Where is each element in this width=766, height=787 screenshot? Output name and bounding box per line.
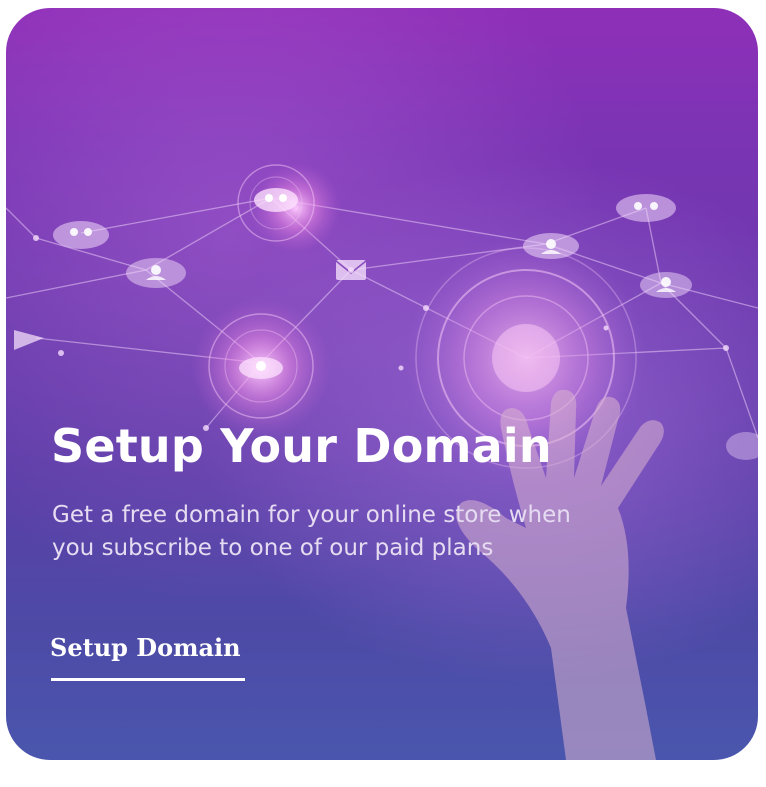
cta-underline <box>51 678 245 681</box>
setup-domain-link[interactable]: Setup Domain <box>50 630 241 666</box>
user-node-icon <box>254 188 298 212</box>
page-title: Setup Your Domain <box>51 419 552 473</box>
send-icon <box>14 330 44 350</box>
user-node-icon <box>616 194 676 222</box>
center-node <box>492 324 560 392</box>
page: Setup Your Domain Get a free domain for … <box>0 0 766 787</box>
domain-promo-card: Setup Your Domain Get a free domain for … <box>6 8 758 760</box>
hero-description: Get a free domain for your online store … <box>52 502 571 561</box>
connection-lines <box>6 197 758 439</box>
user-node-icon <box>640 272 692 298</box>
user-node-icon <box>726 432 758 460</box>
user-node-icon <box>239 357 283 379</box>
user-node-icon <box>523 233 579 259</box>
user-node-icon <box>126 258 186 288</box>
user-node-icon <box>53 221 109 249</box>
